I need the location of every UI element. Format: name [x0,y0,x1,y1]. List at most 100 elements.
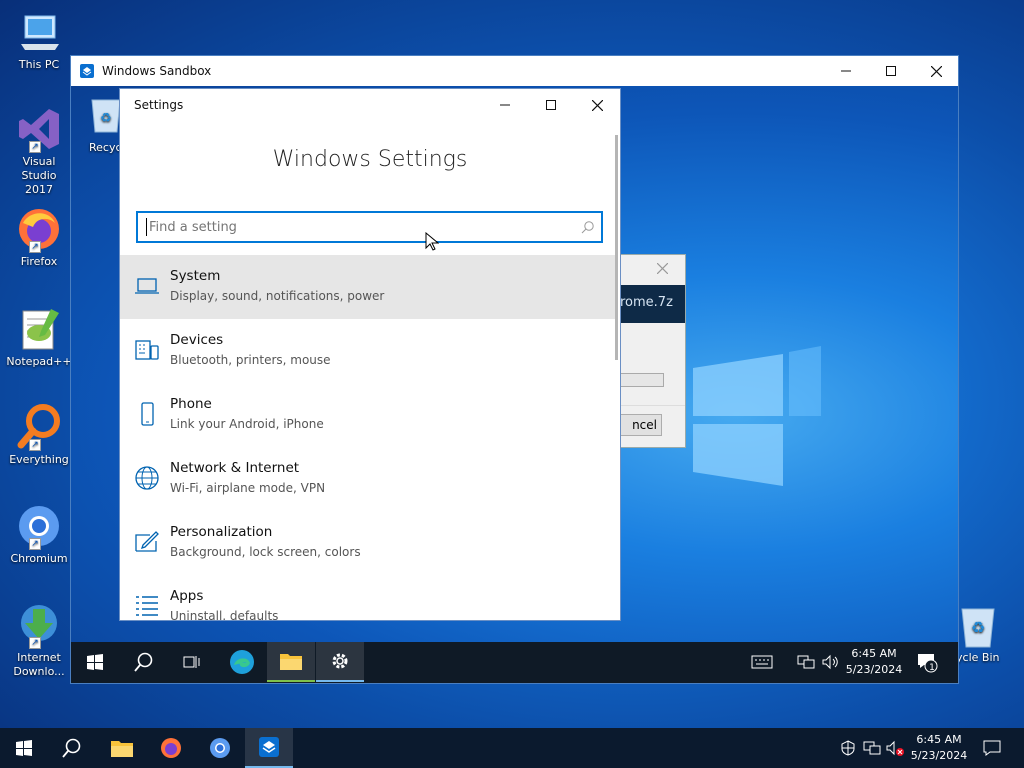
desktop-icon-visual-studio[interactable]: ↗ Visual Studio 2017 [6,105,72,197]
search-icon [62,738,81,758]
clock-time: 6:45 AM [851,647,897,660]
svg-text:♻: ♻ [100,111,112,126]
sandbox-edge-button[interactable] [218,642,266,682]
category-title: System [170,268,221,284]
volume-muted-icon[interactable] [884,728,906,768]
desktop-icon-internet-download-manager[interactable]: ↗ Internet Downlo... [6,601,72,679]
recycle-bin-icon: ♻ [954,601,1002,649]
sandbox-minimize-button[interactable] [823,56,869,86]
visual-studio-icon: ↗ [15,105,63,153]
sandbox-clock[interactable]: 6:45 AM 5/23/2024 [843,646,905,678]
settings-category-network[interactable]: Network & Internet Wi-Fi, airplane mode,… [120,447,616,511]
keyboard-icon[interactable] [747,642,777,682]
settings-titlebar[interactable]: Settings [120,89,620,121]
close-icon [591,99,603,111]
desktop-icon-label: Internet Downlo... [13,651,65,678]
clock-time: 6:45 AM [916,733,962,746]
chromium-icon: ↗ [15,502,63,550]
sandbox-file-explorer-button[interactable] [267,642,315,682]
taskbar-windows-sandbox[interactable] [245,728,293,768]
notepadpp-icon [15,305,63,353]
chromium-icon [210,738,230,758]
desktop-icon-recycle-bin[interactable]: ♻ cycle Bin [950,601,1020,665]
start-button[interactable] [0,728,48,768]
settings-search-box[interactable] [136,211,603,243]
search-button[interactable] [48,728,96,768]
shortcut-arrow-icon: ↗ [29,637,41,649]
settings-window-title: Settings [134,98,184,112]
sandbox-task-view-button[interactable] [168,642,216,682]
desktop-icon-this-pc[interactable]: This PC [6,8,72,72]
sandbox-close-button[interactable] [913,56,958,86]
desktop-icon-firefox[interactable]: ↗ Firefox [6,205,72,269]
action-center-button[interactable] [978,728,1006,768]
shortcut-arrow-icon: ↗ [29,538,41,550]
clock-date: 5/23/2024 [910,749,968,762]
network-icon[interactable] [862,728,882,768]
file-explorer-icon [280,654,302,670]
taskbar-file-explorer[interactable] [98,728,146,768]
desktop-icon-chromium[interactable]: ↗ Chromium [6,502,72,566]
sandbox-desktop: ♻ Recycle rome.7z ncel Settings Windows … [71,86,958,683]
volume-icon[interactable] [819,642,841,682]
desktop-icon-label: Everything [9,453,69,466]
host-taskbar: 6:45 AM 5/23/2024 [0,728,1024,768]
start-icon [87,654,103,670]
network-icon[interactable] [795,642,817,682]
extraction-dialog[interactable]: rome.7z ncel [619,254,686,448]
firefox-icon [161,738,181,758]
category-title: Network & Internet [170,460,300,476]
desktop-icon-everything[interactable]: ↗ Everything [6,403,72,467]
settings-close-button[interactable] [574,89,620,121]
clock-date: 5/23/2024 [845,663,903,676]
settings-minimize-button[interactable] [482,89,528,121]
desktop-icon-label: Visual Studio 2017 [21,155,57,196]
dialog-close-button[interactable] [650,259,674,277]
sandbox-start-button[interactable] [71,642,119,682]
settings-category-apps[interactable]: Apps Uninstall, defaults [120,575,616,620]
sandbox-settings-button[interactable] [316,642,364,682]
settings-category-personalization[interactable]: Personalization Background, lock screen,… [120,511,616,575]
sandbox-titlebar[interactable]: Windows Sandbox [71,56,958,86]
taskbar-firefox[interactable] [147,728,195,768]
shortcut-arrow-icon: ↗ [29,241,41,253]
desktop-icon-label: cycle Bin [950,651,1000,664]
settings-search-input[interactable] [146,218,566,236]
host-clock[interactable]: 6:45 AM 5/23/2024 [908,732,970,764]
close-icon [656,262,668,275]
category-description: Bluetooth, printers, mouse [170,353,331,367]
dialog-filename: rome.7z [620,295,673,310]
dialog-cancel-button[interactable]: ncel [620,414,662,436]
settings-category-devices[interactable]: Devices Bluetooth, printers, mouse [120,319,616,383]
this-pc-icon [15,8,63,56]
shortcut-arrow-icon: ↗ [29,141,41,153]
desktop-icon-label: Notepad++ [6,355,72,368]
task-view-icon [183,656,200,668]
desktop-icon-notepadpp[interactable]: Notepad++ [6,305,72,369]
close-icon [930,65,942,77]
globe-icon [135,466,159,490]
internet-download-manager-icon: ↗ [15,601,63,649]
recycle-bin-icon: ♻ [91,99,121,133]
svg-text:♻: ♻ [971,618,985,637]
settings-maximize-button[interactable] [528,89,574,121]
settings-category-system[interactable]: System Display, sound, notifications, po… [120,255,616,319]
sandbox-search-button[interactable] [120,642,168,682]
taskbar-chromium[interactable] [196,728,244,768]
category-title: Devices [170,332,224,348]
settings-scrollbar[interactable] [615,135,618,360]
sandbox-maximize-button[interactable] [868,56,914,86]
sandbox-title: Windows Sandbox [102,64,212,78]
desktop-icon-label: Chromium [10,552,68,565]
security-icon[interactable] [838,728,858,768]
windows-sandbox-window[interactable]: Windows Sandbox ♻ Recycle rome.7z ncel S… [70,55,959,684]
settings-category-phone[interactable]: Phone Link your Android, iPhone [120,383,616,447]
mouse-cursor [425,232,439,251]
sandbox-taskbar: 6:45 AM 5/23/2024 1 [71,642,958,683]
desktop-icon-label: This PC [18,58,60,71]
paint-icon [135,531,159,552]
settings-window[interactable]: Settings Windows Settings System Di [119,88,621,621]
file-explorer-icon [111,741,133,757]
windows-sandbox-icon [259,737,279,757]
action-center-button[interactable]: 1 [913,642,941,682]
